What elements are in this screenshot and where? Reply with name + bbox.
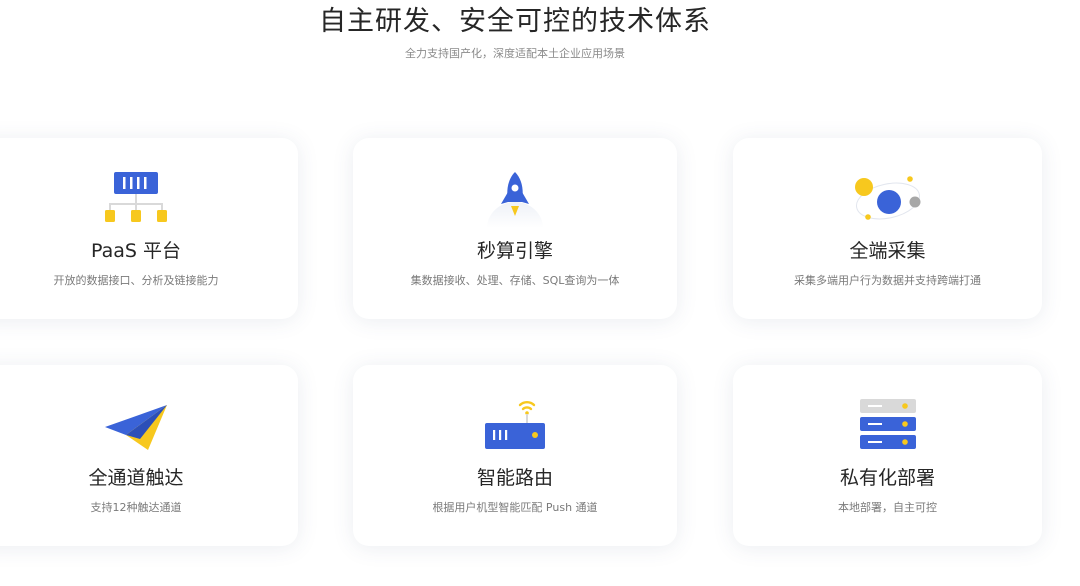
feature-card-routing: 智能路由 根据用户机型智能匹配 Push 通道 xyxy=(353,365,677,546)
card-description: 根据用户机型智能匹配 Push 通道 xyxy=(432,501,598,514)
router-icon xyxy=(475,393,555,457)
card-title: 智能路由 xyxy=(476,467,553,489)
card-description: 支持12种触达通道 xyxy=(90,501,182,514)
card-description: 采集多端用户行为数据并支持跨端打通 xyxy=(794,274,981,287)
card-description: 开放的数据接口、分析及链接能力 xyxy=(53,274,219,287)
card-title: 全通道触达 xyxy=(88,467,184,489)
card-title: 私有化部署 xyxy=(839,467,935,489)
feature-card-collection: 全端采集 采集多端用户行为数据并支持跨端打通 xyxy=(733,138,1042,319)
server-rack-icon xyxy=(848,393,928,457)
card-description: 本地部署，自主可控 xyxy=(838,501,937,514)
card-title: PaaS 平台 xyxy=(91,240,181,262)
card-title: 秒算引擎 xyxy=(476,240,553,262)
page-subtitle: 全力支持国产化，深度适配本土企业应用场景 xyxy=(405,47,625,60)
card-description: 集数据接收、处理、存储、SQL查询为一体 xyxy=(410,274,620,287)
rocket-icon xyxy=(475,166,555,230)
feature-card-reach: 全通道触达 支持12种触达通道 xyxy=(0,365,298,546)
card-title: 全端采集 xyxy=(849,240,926,262)
feature-card-paas: PaaS 平台 开放的数据接口、分析及链接能力 xyxy=(0,138,298,319)
feature-card-engine: 秒算引擎 集数据接收、处理、存储、SQL查询为一体 xyxy=(353,138,677,319)
platform-hierarchy-icon xyxy=(96,166,176,230)
orbit-icon xyxy=(848,166,928,230)
page-title: 自主研发、安全可控的技术体系 xyxy=(319,6,711,37)
feature-card-deployment: 私有化部署 本地部署，自主可控 xyxy=(733,365,1042,546)
paper-plane-icon xyxy=(96,393,176,457)
